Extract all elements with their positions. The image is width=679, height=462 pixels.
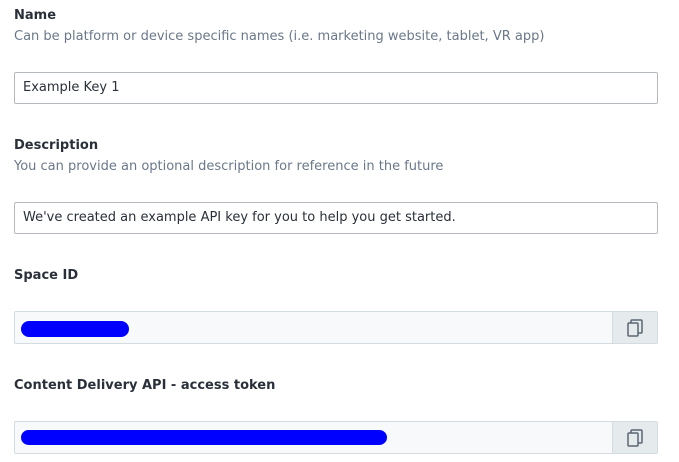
copy-icon (627, 428, 643, 447)
cda-token-field[interactable] (14, 421, 658, 454)
name-input[interactable]: Example Key 1 (14, 72, 658, 104)
cda-token-label: Content Delivery API - access token (14, 378, 276, 393)
description-input[interactable]: We've created an example API key for you… (14, 202, 658, 234)
name-hint: Can be platform or device specific names… (14, 29, 545, 44)
space-id-field[interactable] (14, 311, 658, 344)
space-id-label: Space ID (14, 268, 79, 283)
copy-cda-token-button[interactable] (612, 422, 657, 453)
redaction-mark (21, 321, 129, 337)
name-label: Name (14, 8, 57, 23)
copy-space-id-button[interactable] (612, 312, 657, 343)
copy-icon (627, 318, 643, 337)
space-id-value[interactable] (15, 312, 612, 343)
cda-token-value[interactable] (15, 422, 612, 453)
description-label: Description (14, 138, 99, 153)
description-hint: You can provide an optional description … (14, 159, 444, 174)
redaction-mark (21, 430, 387, 445)
